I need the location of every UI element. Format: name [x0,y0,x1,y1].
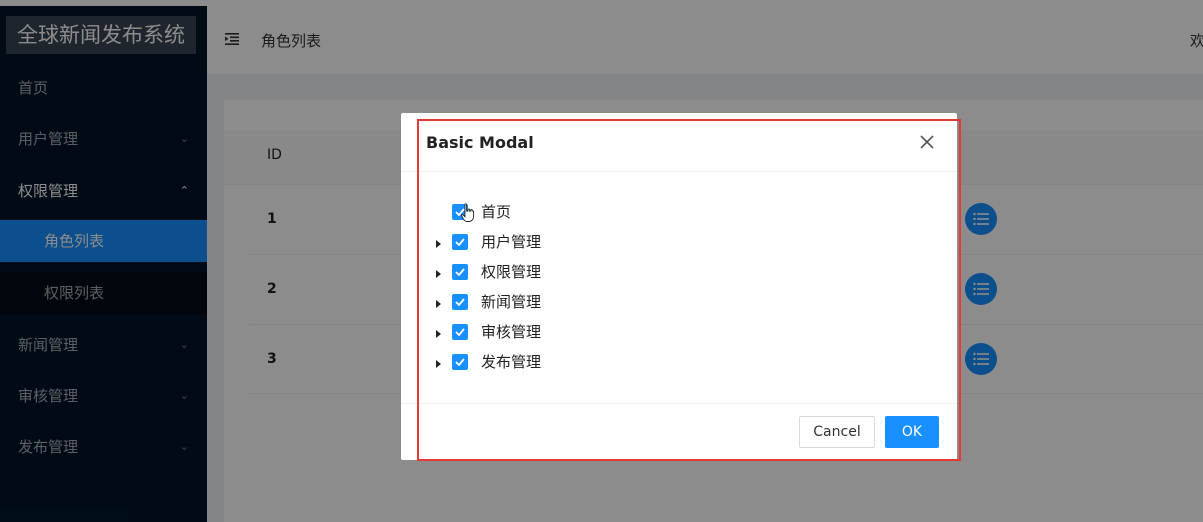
close-icon[interactable] [919,134,935,150]
tree-checkbox[interactable] [452,264,468,280]
tree-node-news-management: 新闻管理 [401,292,957,322]
caret-right-icon[interactable] [436,330,441,338]
tree-node-home: 首页 [401,202,957,232]
tree-node-label[interactable]: 新闻管理 [481,292,541,312]
modal-title: Basic Modal [426,133,534,152]
caret-right-icon[interactable] [436,240,441,248]
modal-header: Basic Modal [401,113,957,172]
cancel-button[interactable]: Cancel [799,416,875,448]
tree-node-label[interactable]: 用户管理 [481,232,541,252]
tree-node-permission-management: 权限管理 [401,262,957,292]
tree-checkbox[interactable] [452,234,468,250]
tree-checkbox[interactable] [452,294,468,310]
caret-right-icon[interactable] [436,270,441,278]
tree-checkbox[interactable] [452,354,468,370]
caret-right-icon[interactable] [436,300,441,308]
caret-right-icon[interactable] [436,360,441,368]
tree-node-user-management: 用户管理 [401,232,957,262]
tree-checkbox[interactable] [452,324,468,340]
tree-node-publish-management: 发布管理 [401,352,957,382]
tree-node-label[interactable]: 发布管理 [481,352,541,372]
basic-modal: Basic Modal 首页 用户管理 权限管理 新闻管理 审核管理 发布管理 … [401,113,957,460]
tree-node-label[interactable]: 权限管理 [481,262,541,282]
tree-node-audit-management: 审核管理 [401,322,957,352]
modal-footer: Cancel OK [401,403,957,461]
ok-button[interactable]: OK [885,416,939,448]
tree-node-label[interactable]: 审核管理 [481,322,541,342]
hand-pointer-icon [461,203,475,222]
tree-node-label[interactable]: 首页 [481,202,511,222]
